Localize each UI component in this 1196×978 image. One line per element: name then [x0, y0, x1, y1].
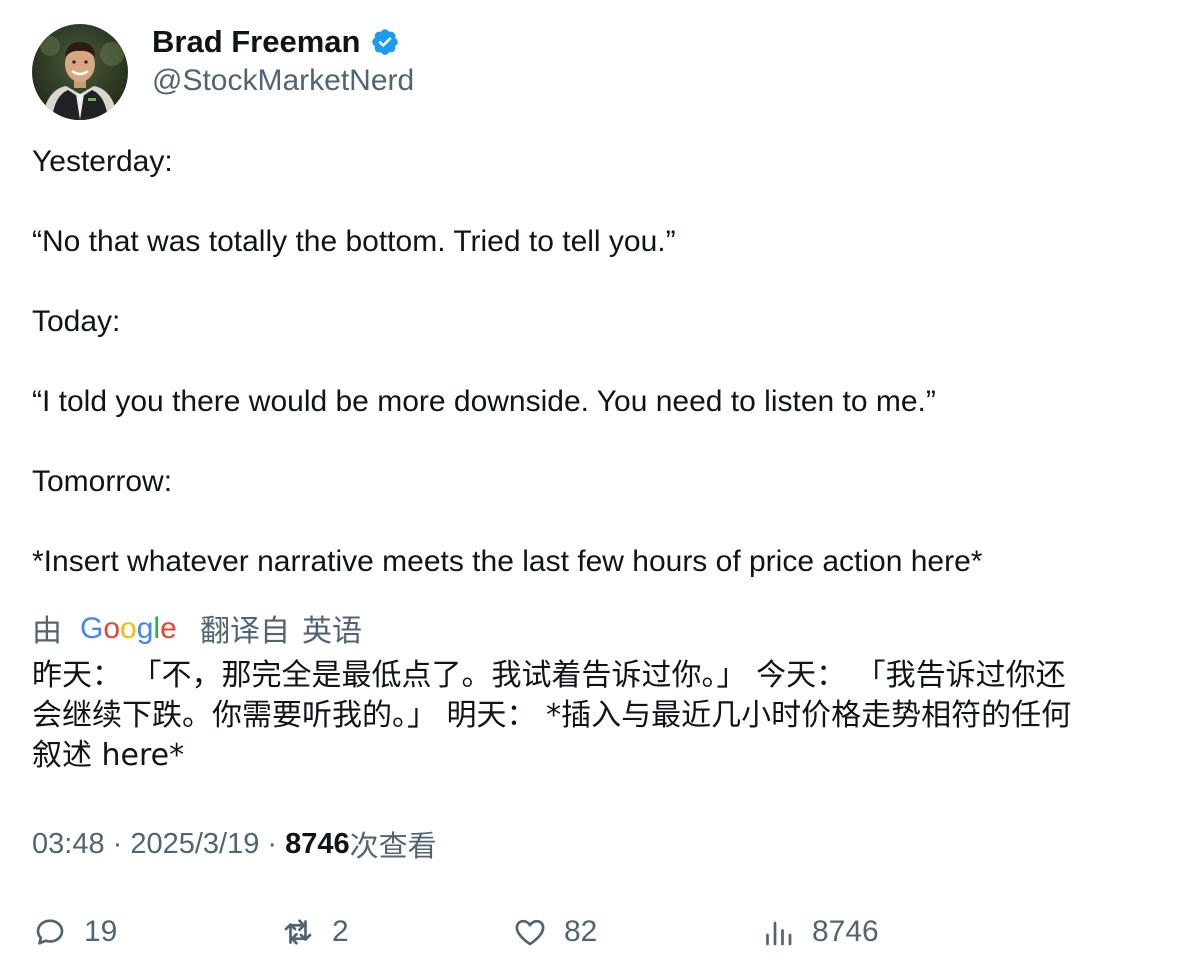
translate-prefix: 由	[32, 614, 62, 649]
author-names: Brad Freeman @StockMarketNerd	[152, 24, 414, 98]
avatar[interactable]	[32, 24, 128, 120]
avatar-image	[32, 24, 128, 120]
translated-line: 叙述 here*	[32, 738, 185, 773]
name-row: Brad Freeman	[152, 24, 414, 60]
tweet-meta: 03:48 · 2025/3/19 · 8746 次查看	[32, 824, 437, 864]
tweet-paragraph: “No that was totally the bottom. Tried t…	[32, 225, 676, 258]
retweet-icon	[284, 919, 312, 945]
views-label: 次查看	[349, 829, 437, 863]
tweet-paragraph: Yesterday:	[32, 145, 173, 178]
tweet-paragraph: *Insert whatever narrative meets the las…	[32, 545, 983, 578]
tweet-date[interactable]: 2025/3/19	[130, 828, 259, 861]
display-name[interactable]: Brad Freeman	[152, 24, 360, 60]
retweet-button[interactable]: 2	[280, 912, 349, 952]
tweet-text: Yesterday: “No that was totally the bott…	[32, 142, 1172, 582]
tweet-paragraph: Tomorrow:	[32, 465, 173, 498]
translated-text: 昨天： 「不，那完全是最低点了。我试着告诉过你。」 今天： 「我告诉过你还 会继…	[32, 656, 1162, 776]
translated-line: 会继续下跌。你需要听我的。」 明天： *插入与最近几小时价格走势相符的任何	[32, 698, 1072, 733]
meta-separator: ·	[104, 827, 131, 860]
verified-badge-icon	[370, 27, 400, 57]
translate-suffix: 翻译自	[200, 614, 290, 649]
like-count: 82	[564, 915, 598, 948]
tweet: Brad Freeman @StockMarketNerd Yesterday:…	[32, 24, 1172, 776]
analytics-icon	[766, 921, 792, 946]
source-language: 英语	[302, 614, 362, 649]
views-button[interactable]: 8746	[760, 912, 879, 952]
author-handle[interactable]: @StockMarketNerd	[152, 64, 414, 98]
reply-button[interactable]: 19	[32, 912, 117, 952]
heart-icon	[515, 919, 545, 946]
reply-count: 19	[84, 915, 118, 948]
translated-by-google[interactable]: 由 Google 翻译自 英语	[32, 608, 1172, 649]
like-button[interactable]: 82	[512, 912, 597, 952]
google-logo-icon: Google	[80, 608, 180, 648]
tweet-paragraph: “I told you there would be more downside…	[32, 385, 936, 418]
tweet-header: Brad Freeman @StockMarketNerd	[32, 24, 1172, 120]
views-action-count: 8746	[812, 915, 879, 948]
tweet-time[interactable]: 03:48	[32, 828, 105, 861]
tweet-actions: 19 2 82 8746	[32, 912, 1172, 952]
views-count: 8746	[285, 827, 350, 860]
retweet-count: 2	[332, 915, 349, 948]
reply-icon	[36, 919, 64, 945]
svg-text:Google: Google	[80, 612, 177, 645]
translated-line: 昨天： 「不，那完全是最低点了。我试着告诉过你。」 今天： 「我告诉过你还	[32, 658, 1066, 693]
tweet-paragraph: Today:	[32, 305, 121, 338]
meta-separator: ·	[259, 827, 286, 860]
